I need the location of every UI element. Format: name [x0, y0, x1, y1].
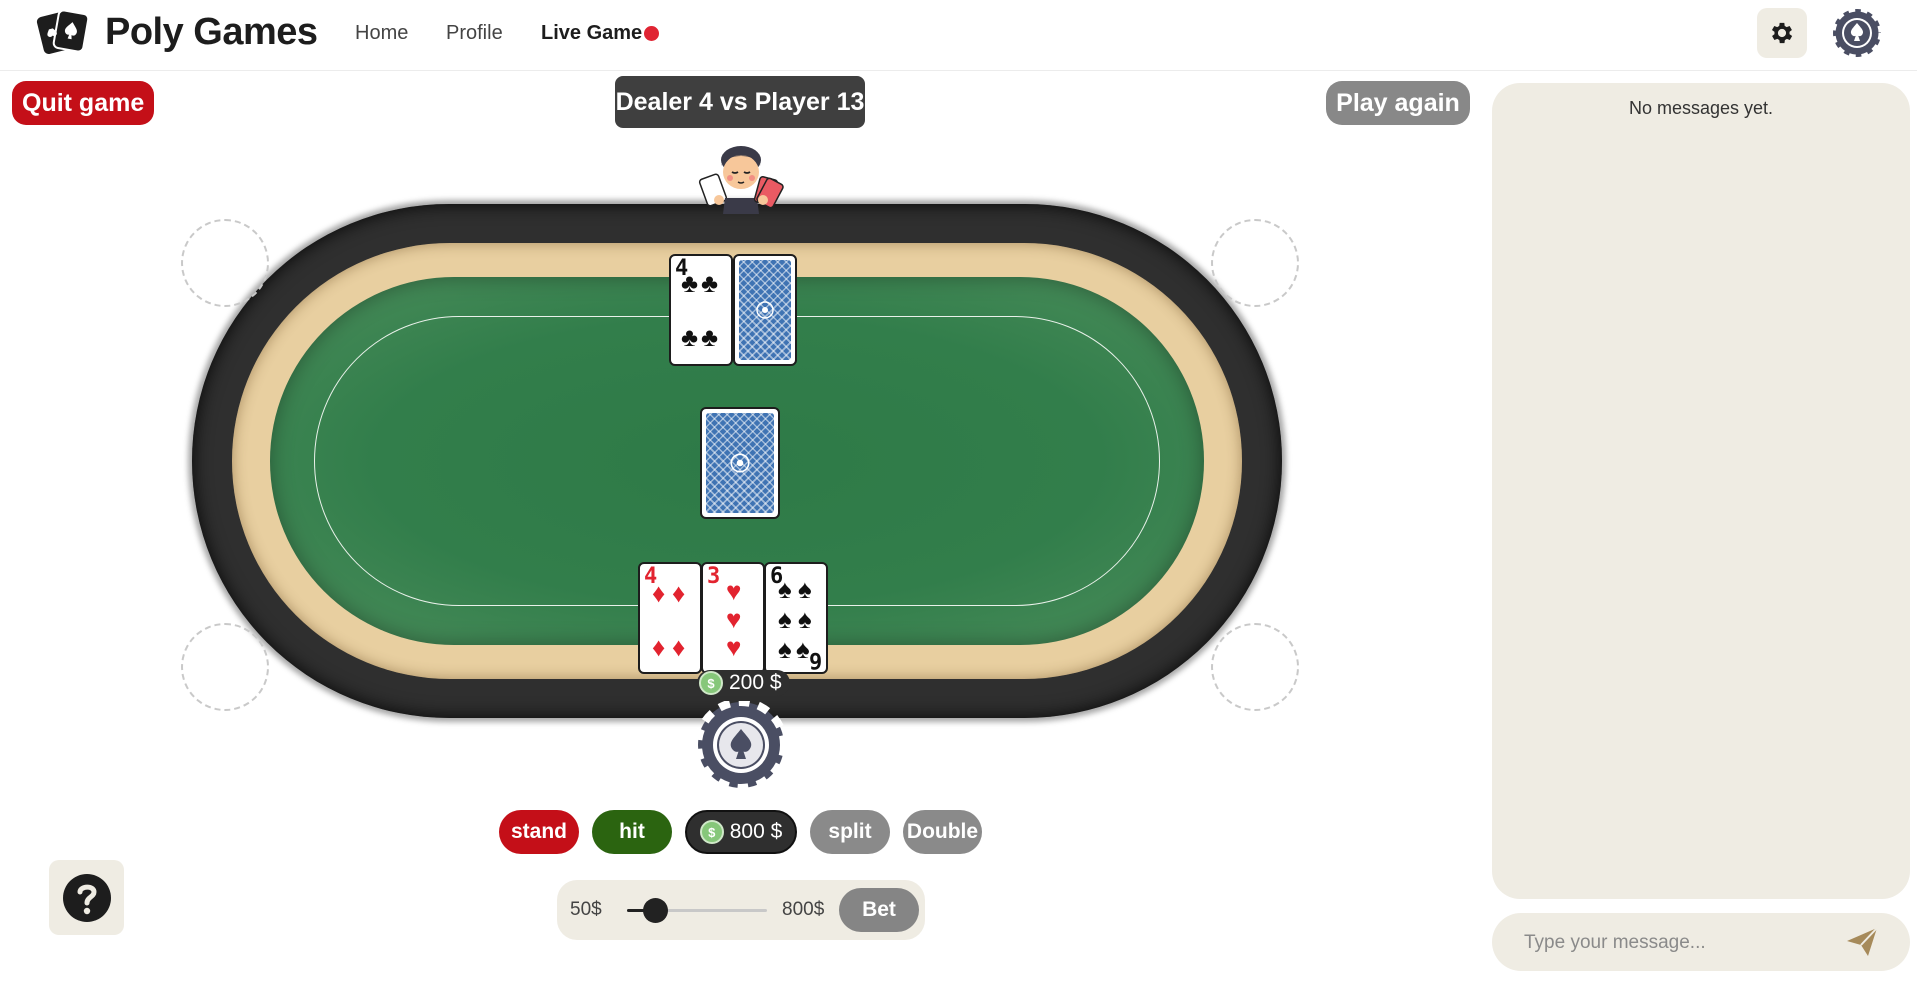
balance-value: 800 $ [729, 820, 783, 843]
chat-input-bar [1492, 913, 1910, 971]
spades-icon: ♠ [798, 574, 812, 604]
nav-home[interactable]: Home [355, 22, 408, 45]
dealer-card-1: 4 ♣ ♣ ♣ ♣ [669, 254, 733, 366]
live-indicator-dot [644, 26, 659, 41]
hearts-icon: ♥ [726, 604, 742, 634]
brand-title[interactable]: Poly Games [105, 11, 318, 54]
spades-icon: ♠ [778, 634, 792, 664]
hearts-icon: ♥ [726, 632, 742, 662]
card-back-pattern [706, 413, 774, 513]
nav-profile[interactable]: Profile [446, 22, 503, 45]
play-again-button[interactable]: Play again [1326, 81, 1470, 125]
card-back-pattern [739, 260, 791, 360]
spades-icon: ♠ [778, 604, 792, 634]
stand-button[interactable]: stand [499, 810, 579, 854]
bet-button[interactable]: Bet [839, 888, 919, 932]
bet-controls: 50$ 800$ Bet [557, 880, 925, 940]
empty-seat-bottom-left[interactable] [181, 623, 269, 711]
card-back-emblem-icon [730, 453, 750, 473]
clubs-icon: ♣ [701, 322, 719, 352]
card-rank: 3 [707, 564, 721, 589]
chat-message-input[interactable] [1522, 925, 1826, 961]
empty-seat-top-left[interactable] [181, 219, 269, 307]
card-rank-bottom: 6 [808, 647, 822, 672]
bet-slider[interactable] [627, 898, 767, 923]
dollar-coin-icon: $ [699, 671, 723, 695]
quit-game-button[interactable]: Quit game [12, 81, 155, 125]
dealer-card-2-facedown [733, 254, 797, 366]
spades-icon: ♠ [796, 634, 810, 664]
player-spade-chip-icon [697, 701, 785, 789]
hearts-icon: ♥ [726, 576, 742, 606]
bet-slider-thumb[interactable] [642, 898, 668, 923]
clubs-icon: ♣ [701, 268, 719, 298]
top-navbar: Poly Games Home Profile Live Game [0, 0, 1917, 71]
gear-icon [1771, 22, 1793, 44]
match-title: Dealer 4 vs Player 13 [615, 76, 865, 128]
clubs-icon: ♣ [681, 268, 699, 298]
cards-logo-icon[interactable] [36, 8, 90, 56]
send-icon[interactable] [1844, 925, 1880, 959]
clubs-icon: ♣ [681, 322, 699, 352]
player-card-3: 6 6 ♠ ♠ ♠ ♠ ♠ ♠ [764, 562, 828, 674]
question-mark-icon [62, 873, 111, 922]
hit-button[interactable]: hit [592, 810, 672, 854]
spades-icon: ♠ [798, 604, 812, 634]
balance-display: $ 800 $ [685, 810, 797, 854]
current-bet-display: $ 200 $ [697, 670, 790, 696]
spade-chip-avatar-icon[interactable] [1832, 8, 1882, 58]
empty-seat-bottom-right[interactable] [1211, 623, 1299, 711]
double-button[interactable]: Double [903, 810, 982, 854]
bet-max-label: 800$ [782, 899, 825, 920]
help-button[interactable] [49, 860, 124, 935]
chat-empty-message: No messages yet. [1628, 98, 1774, 118]
split-button[interactable]: split [810, 810, 890, 854]
spades-icon: ♠ [778, 574, 792, 604]
diamonds-icon: ♦ [672, 632, 686, 662]
dollar-coin-icon: $ [699, 820, 724, 844]
diamonds-icon: ♦ [652, 632, 666, 662]
card-back-emblem-icon [756, 301, 774, 319]
nav-live-game[interactable]: Live Game [541, 22, 642, 45]
empty-seat-top-right[interactable] [1211, 219, 1299, 307]
current-bet-value: 200 $ [729, 671, 782, 694]
bet-min-label: 50$ [570, 899, 602, 920]
settings-button[interactable] [1757, 8, 1807, 58]
chat-messages-panel: No messages yet. [1492, 83, 1910, 899]
diamonds-icon: ♦ [652, 578, 666, 608]
diamonds-icon: ♦ [672, 578, 686, 608]
player-card-1: 4 ♦ ♦ ♦ ♦ [638, 562, 702, 674]
player-card-2: 3 ♥ ♥ ♥ [701, 562, 765, 674]
deck-card[interactable] [700, 407, 780, 519]
dealer-avatar-icon [698, 146, 784, 214]
